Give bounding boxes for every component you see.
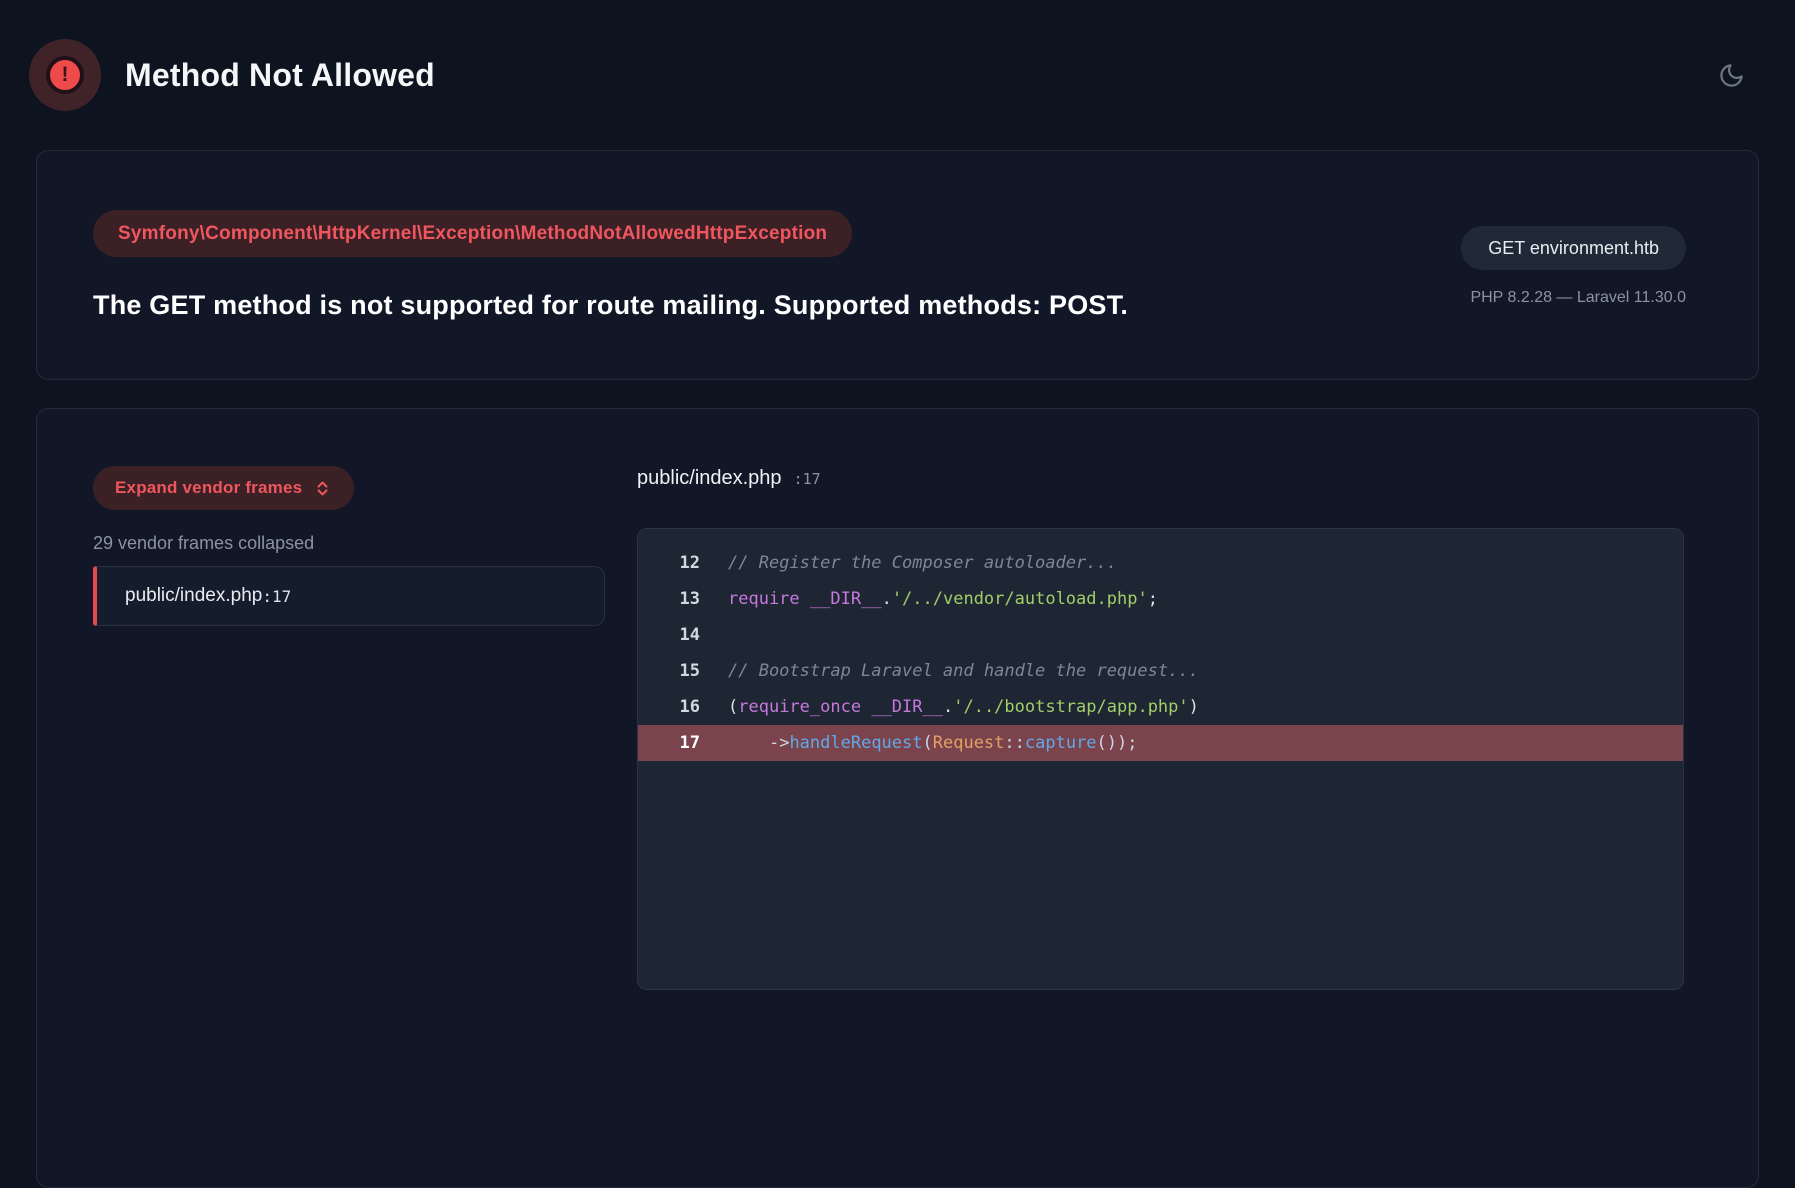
line-number: 14 — [638, 617, 700, 653]
frames-list: public/index.php:17 — [93, 566, 605, 626]
code-text: require __DIR__.'/../vendor/autoload.php… — [728, 581, 1158, 617]
line-number: 13 — [638, 581, 700, 617]
code-line-17: 17 ->handleRequest(Request::capture()); — [638, 725, 1683, 761]
code-line-15: 15 // Bootstrap Laravel and handle the re… — [638, 653, 1683, 689]
code-line-13: 13 require __DIR__.'/../vendor/autoload.p… — [638, 581, 1683, 617]
page-title: Method Not Allowed — [125, 57, 435, 94]
exception-summary-left: Symfony\Component\HttpKernel\Exception\M… — [93, 210, 1128, 321]
code-text: (require_once __DIR__.'/../bootstrap/app… — [728, 689, 1199, 725]
editor-line-number: :17 — [794, 467, 821, 491]
code-text: // Bootstrap Laravel and handle the requ… — [728, 653, 1199, 689]
line-number: 16 — [638, 689, 700, 725]
code-text: ->handleRequest(Request::capture()); — [728, 725, 1138, 761]
stack-trace-card: Expand vendor frames 29 vendor frames co… — [36, 408, 1759, 1188]
code-line-12: 12 // Register the Composer autoloader... — [638, 545, 1683, 581]
frames-column: Expand vendor frames 29 vendor frames co… — [93, 466, 605, 1127]
code-line-16: 16 (require_once __DIR__.'/../bootstrap/a… — [638, 689, 1683, 725]
line-number: 12 — [638, 545, 700, 581]
line-number: 15 — [638, 653, 700, 689]
exception-summary-card: Symfony\Component\HttpKernel\Exception\M… — [36, 150, 1759, 380]
request-method-badge: GET environment.htb — [1461, 226, 1686, 270]
code-snippet: 12 // Register the Composer autoloader...… — [637, 528, 1684, 990]
frame-line-number: :17 — [262, 587, 291, 606]
php-laravel-versions: PHP 8.2.28 — Laravel 11.30.0 — [1470, 289, 1686, 307]
expand-vendor-frames-button[interactable]: Expand vendor frames — [93, 466, 354, 510]
exclamation-circle-icon: ! — [46, 56, 84, 94]
expand-vendor-frames-label: Expand vendor frames — [115, 478, 302, 498]
collapsed-frames-note: 29 vendor frames collapsed — [93, 533, 605, 554]
exception-summary-right: GET environment.htb PHP 8.2.28 — Laravel… — [1461, 210, 1686, 307]
code-text: // Register the Composer autoloader... — [728, 545, 1117, 581]
moon-icon — [1718, 62, 1745, 89]
page-header: ! Method Not Allowed — [0, 0, 1795, 150]
frame-file-path: public/index.php — [125, 585, 262, 607]
code-line-14: 14 — [638, 617, 1683, 653]
exclamation-glyph: ! — [62, 64, 69, 85]
chevron-up-down-icon — [313, 479, 332, 498]
editor-file-header: public/index.php :17 — [637, 466, 1684, 491]
theme-toggle-button[interactable] — [1712, 56, 1751, 95]
exception-message: The GET method is not supported for rout… — [93, 290, 1128, 321]
line-number: 17 — [638, 725, 700, 761]
exception-class-badge: Symfony\Component\HttpKernel\Exception\M… — [93, 210, 852, 257]
error-status-icon: ! — [29, 39, 101, 111]
code-column: public/index.php :17 12 // Register the C… — [637, 466, 1684, 1127]
frame-item[interactable]: public/index.php:17 — [93, 566, 605, 626]
editor-file-name: public/index.php — [637, 466, 782, 490]
